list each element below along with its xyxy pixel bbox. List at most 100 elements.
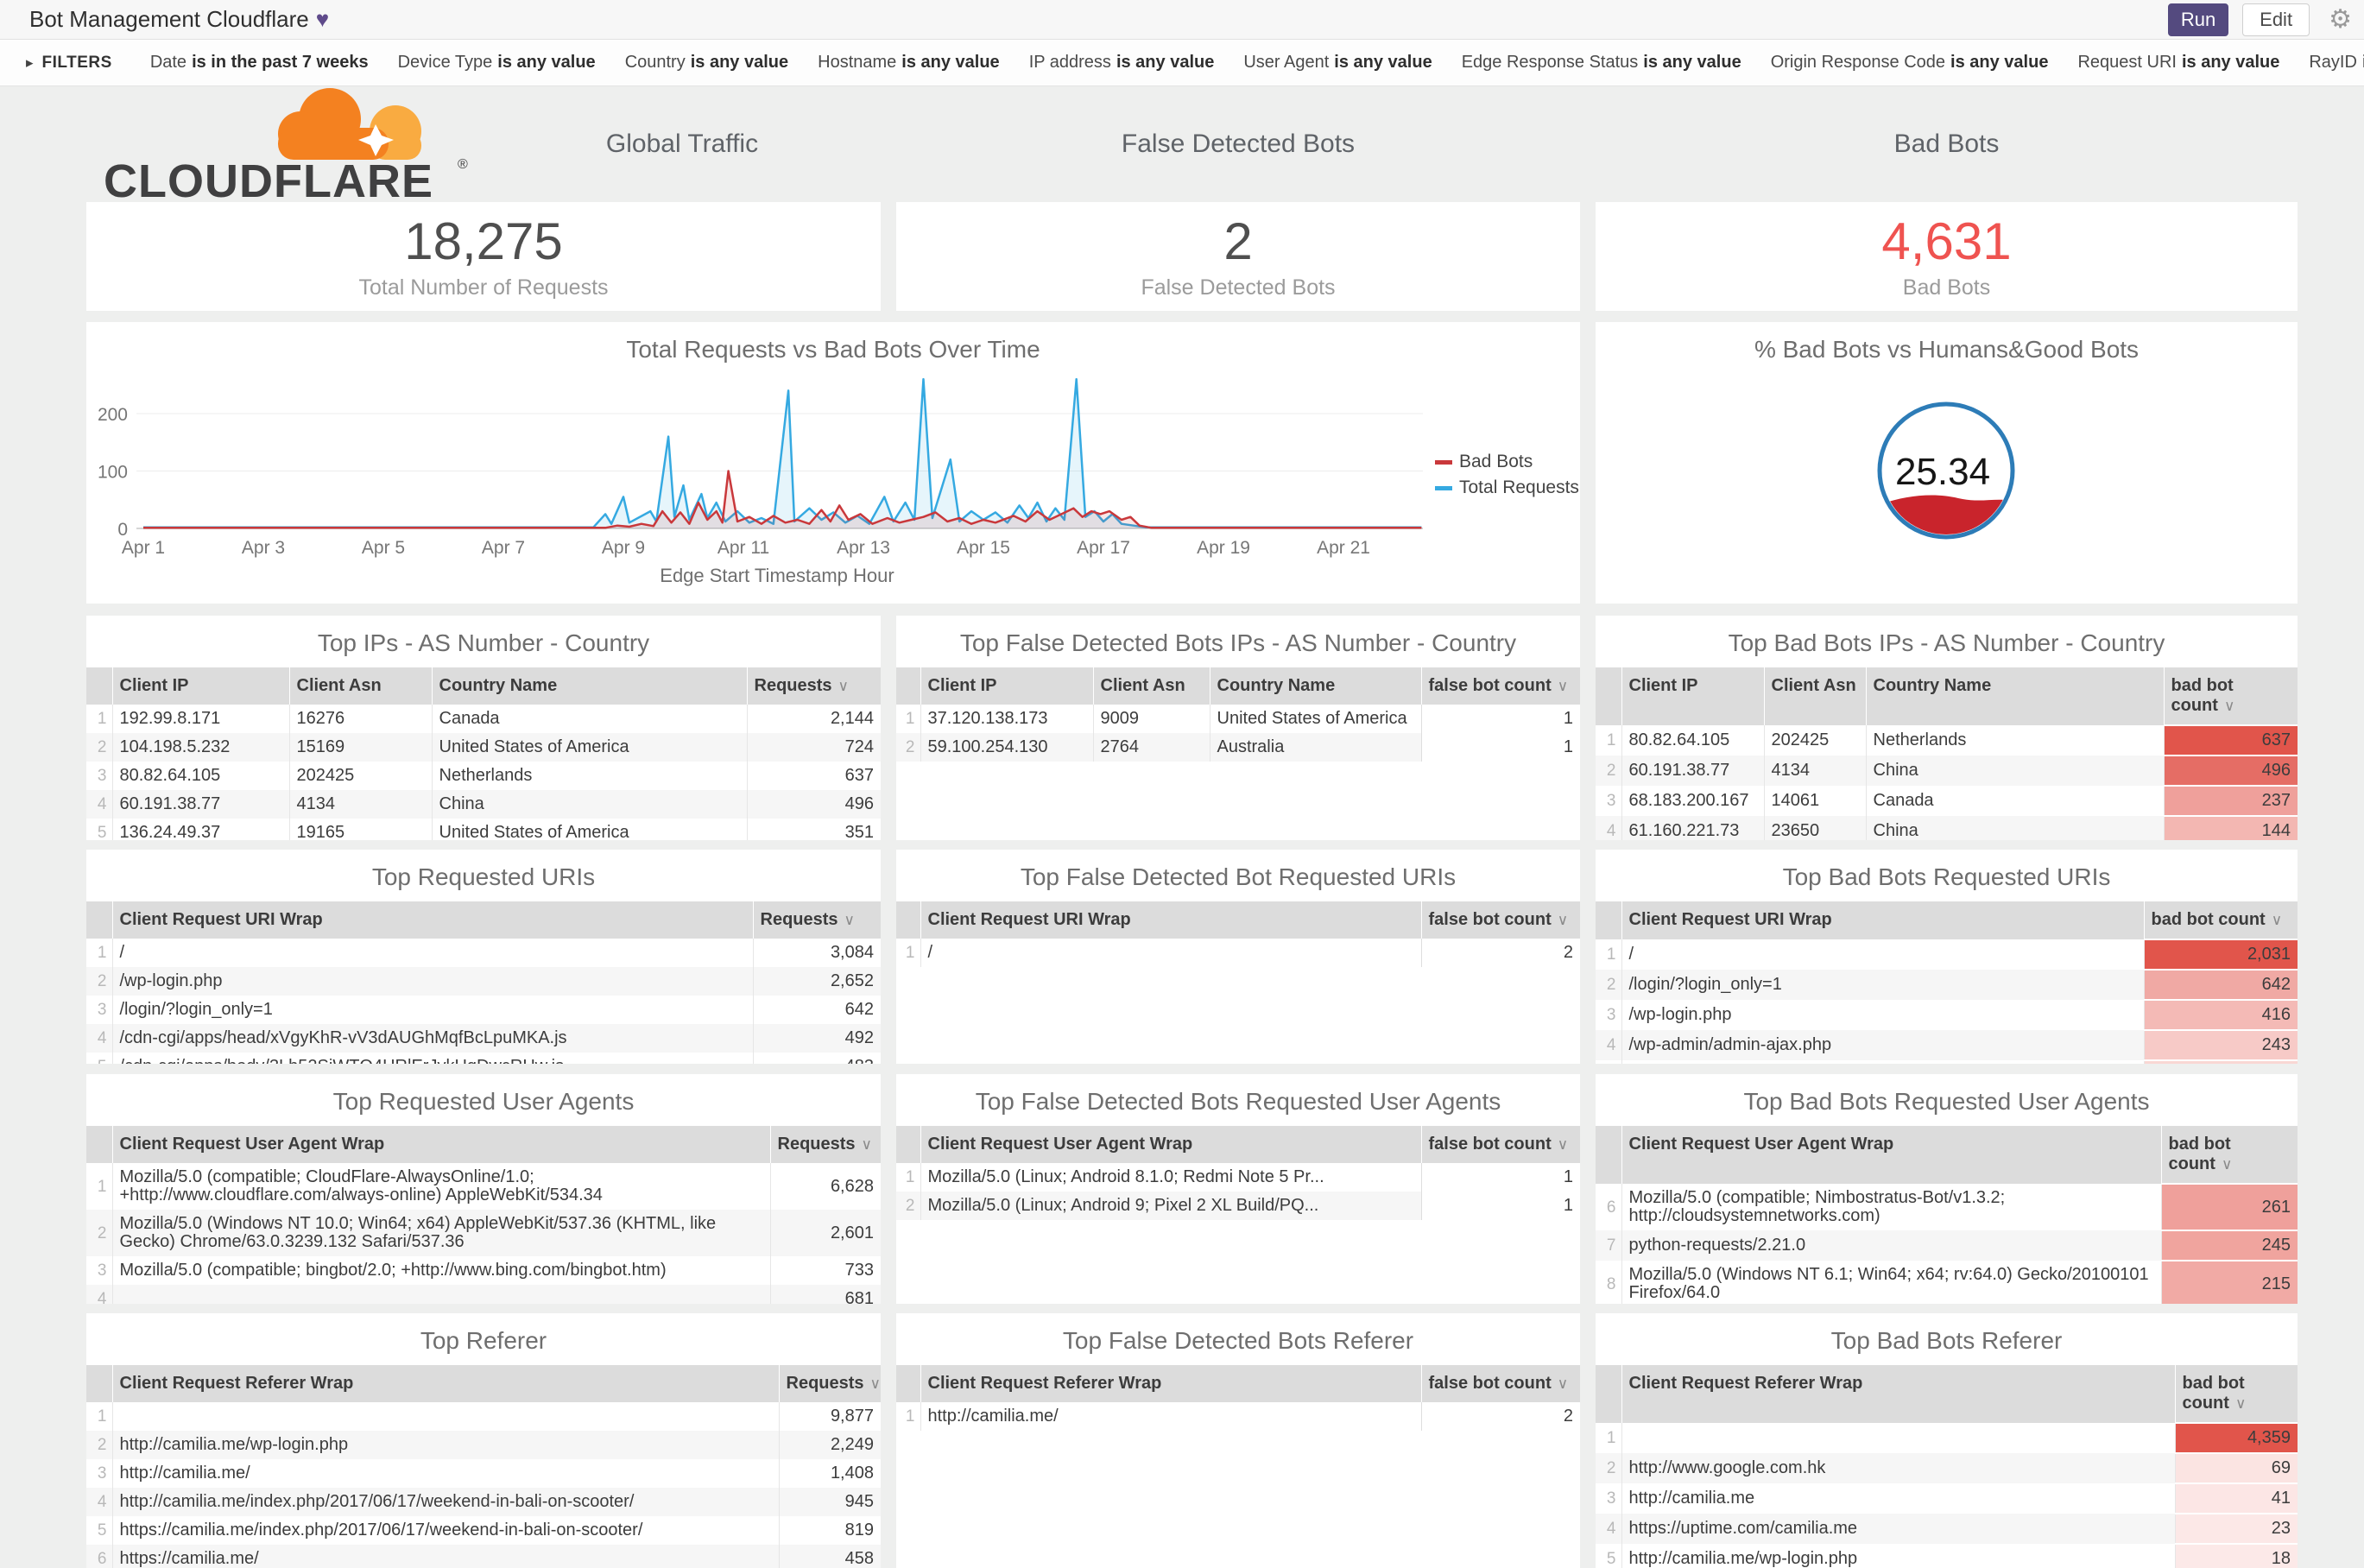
table-cell: /: [920, 939, 1421, 967]
legend-item[interactable]: Bad Bots: [1435, 452, 1533, 471]
filter-item[interactable]: User Agent is any value: [1243, 53, 1432, 72]
filter-item[interactable]: Device Type is any value: [398, 53, 596, 72]
value-cell: 124: [2143, 1059, 2298, 1064]
value-cell: 2,249: [778, 1431, 881, 1459]
filter-field: User Agent: [1243, 53, 1330, 72]
column-header[interactable]: bad bot count ∨: [2174, 1365, 2298, 1423]
column-header[interactable]: false bot count ∨: [1420, 1365, 1580, 1402]
tables-row-ips: Top IPs - AS Number - Country Client IP Cl…: [86, 616, 2298, 840]
cloudflare-logo-image: CLOUDFLARE ®: [104, 88, 468, 207]
column-header[interactable]: Country Name: [1209, 667, 1421, 705]
row-index-header: [896, 1126, 920, 1163]
table-row: 2 60.191.38.77 4134 China 496: [1596, 755, 2298, 786]
filter-field: Device Type: [397, 53, 493, 72]
filter-condition: is any value: [690, 53, 789, 72]
column-header[interactable]: Requests ∨: [778, 1365, 881, 1402]
value-cell: 945: [778, 1488, 881, 1516]
value-cell: 492: [752, 1024, 881, 1053]
value-cell: 41: [2174, 1483, 2298, 1514]
sort-chevron-icon: ∨: [869, 1375, 881, 1392]
row-index: 1: [97, 710, 107, 728]
column-header[interactable]: Country Name: [431, 667, 747, 705]
column-header[interactable]: Client Request URI Wrap: [920, 901, 1421, 939]
value-cell: 3,084: [752, 939, 881, 967]
filter-item[interactable]: Hostname is any value: [818, 53, 1000, 72]
filter-item[interactable]: Edge Response Status is any value: [1462, 53, 1741, 72]
column-header[interactable]: Client Asn: [1092, 667, 1210, 705]
table-row: 4 681: [86, 1285, 881, 1304]
column-header[interactable]: Client Request User Agent Wrap: [111, 1126, 770, 1163]
row-index: 1: [1606, 1429, 1616, 1447]
run-button[interactable]: Run: [2168, 3, 2229, 36]
sort-chevron-icon: ∨: [844, 912, 855, 928]
x-axis-title: Edge Start Timestamp Hour: [660, 565, 894, 586]
table-top-ips: Top IPs - AS Number - Country Client IP Cl…: [86, 616, 881, 840]
filter-item[interactable]: Request URI is any value: [2077, 53, 2279, 72]
column-header[interactable]: Client Request Referer Wrap: [111, 1365, 779, 1402]
column-header[interactable]: Client Request URI Wrap: [1621, 901, 2144, 939]
row-index: 7: [1606, 1236, 1616, 1255]
table-cell: http://camilia.me/wp-login.php: [1621, 1544, 2175, 1568]
x-tick-label: Apr 9: [602, 538, 645, 558]
table-title: Top Requested URIs: [371, 863, 596, 890]
column-header[interactable]: Client Request Referer Wrap: [920, 1365, 1421, 1402]
table-cell: 4134: [288, 790, 432, 819]
column-header[interactable]: Requests ∨: [752, 901, 881, 939]
row-index: 5: [97, 1521, 107, 1540]
column-header[interactable]: false bot count ∨: [1420, 901, 1580, 939]
table-cell: Mozilla/5.0 (compatible; CloudFlare-Alwa…: [111, 1163, 770, 1210]
column-header[interactable]: Client Asn: [1763, 667, 1866, 725]
table-title: Top False Detected Bots Referer: [1062, 1327, 1414, 1354]
column-header[interactable]: Client Request User Agent Wrap: [920, 1126, 1421, 1163]
column-header[interactable]: Client IP: [1621, 667, 1764, 725]
table-title: Top IPs - AS Number - Country: [317, 629, 650, 656]
data-table: Client Request User Agent Wrap Requests ∨ 1…: [86, 1126, 881, 1304]
value-cell: 6,628: [769, 1163, 881, 1210]
column-header[interactable]: Client Asn: [288, 667, 432, 705]
filter-field: Hostname: [818, 53, 897, 72]
table-cell: 37.120.138.173: [920, 705, 1093, 733]
row-index: 3: [1606, 792, 1616, 810]
row-index: 1: [97, 1177, 107, 1196]
row-index: 6: [97, 1550, 107, 1568]
column-header[interactable]: bad bot count ∨: [2160, 1126, 2298, 1184]
filter-item[interactable]: RayIDis any value: [2309, 53, 2364, 72]
chart-title: Total Requests vs Bad Bots Over Time: [626, 336, 1040, 363]
row-index: 4: [97, 795, 107, 813]
row-index: 2: [97, 972, 107, 990]
table-top-referer: Top Referer Client Request Referer Wrap Re…: [86, 1313, 881, 1568]
edit-button[interactable]: Edit: [2242, 3, 2310, 36]
kpi-value: 4,631: [1881, 212, 2012, 270]
column-header[interactable]: Client IP: [111, 667, 289, 705]
column-header[interactable]: Client Request URI Wrap: [111, 901, 753, 939]
table-row: 2/wp-login.php 2,652: [86, 967, 881, 996]
row-index-header: [896, 667, 920, 705]
column-header[interactable]: false bot count ∨: [1420, 667, 1580, 705]
column-header[interactable]: Client IP: [920, 667, 1093, 705]
filter-item[interactable]: Origin Response Code is any value: [1771, 53, 2049, 72]
column-header[interactable]: Country Name: [1865, 667, 2164, 725]
table-cell: 15169: [288, 733, 432, 762]
row-index-header: [1596, 901, 1621, 939]
column-header[interactable]: bad bot count ∨: [2163, 667, 2298, 725]
filter-item[interactable]: Country is any value: [625, 53, 788, 72]
column-header[interactable]: Requests ∨: [769, 1126, 881, 1163]
table-top-bad-bot-uris: Top Bad Bots Requested URIs Client Reques…: [1596, 850, 2298, 1064]
column-header[interactable]: Requests ∨: [746, 667, 881, 705]
filter-item[interactable]: Date is in the past 7 weeks: [150, 53, 369, 72]
table-title: Top Requested User Agents: [332, 1088, 635, 1115]
table-cell: https://camilia.me/index.php/2017/06/17/…: [111, 1516, 779, 1545]
column-header[interactable]: Client Request User Agent Wrap: [1621, 1126, 2161, 1184]
top-bar: Bot Management Cloudflare ♥ Run Edit ⚙: [0, 0, 2364, 40]
column-header[interactable]: Client Request Referer Wrap: [1621, 1365, 2175, 1423]
column-header[interactable]: false bot count ∨: [1420, 1126, 1580, 1163]
section-header-bad-bots: Bad Bots: [1893, 129, 2000, 158]
column-header[interactable]: bad bot count ∨: [2143, 901, 2298, 939]
value-cell: 1: [1420, 1192, 1580, 1220]
row-index: 5: [1596, 1060, 1621, 1064]
filter-item[interactable]: IP address is any value: [1029, 53, 1215, 72]
legend-item[interactable]: Total Requests: [1435, 477, 1579, 497]
filters-expand-caret-icon[interactable]: ▸: [26, 54, 34, 72]
gear-icon[interactable]: ⚙: [2329, 6, 2352, 33]
table-row: 3/login/?login_only=1 642: [86, 996, 881, 1024]
